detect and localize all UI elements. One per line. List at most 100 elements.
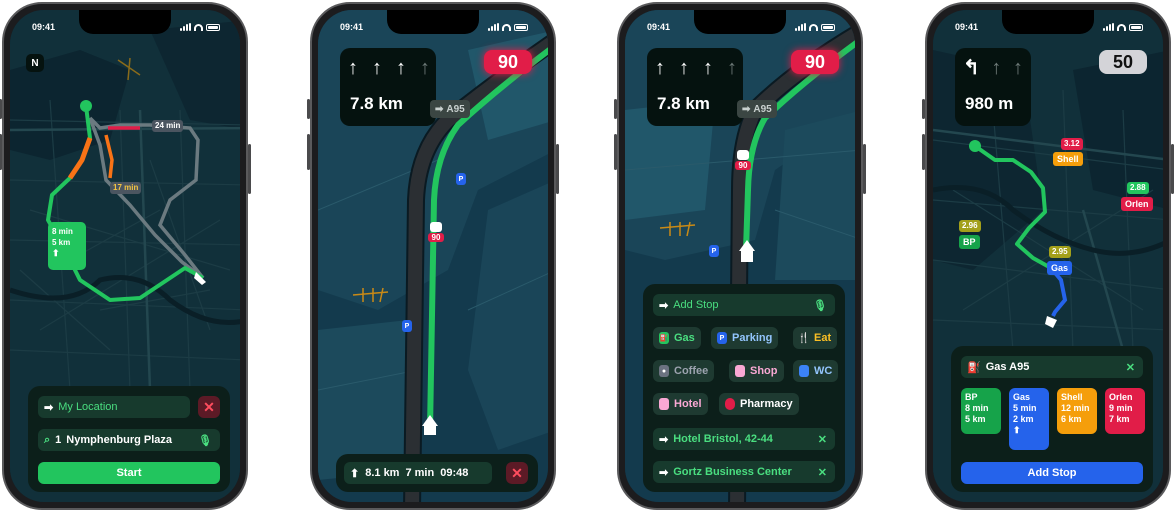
status-bar: 09:41	[647, 20, 835, 34]
add-stop-button[interactable]: Add Stop	[961, 462, 1143, 484]
station-marker-bp[interactable]: BP	[959, 235, 980, 249]
arrow-right-icon: ➡	[44, 401, 54, 414]
arrow-right-icon: ➡	[659, 466, 669, 479]
parking-icon[interactable]: P	[402, 320, 412, 332]
route-main-distance: 5 km	[52, 238, 71, 247]
search-field[interactable]: ⛽ Gas A95 ✕	[961, 356, 1143, 378]
category-hotel[interactable]: Hotel	[653, 393, 708, 415]
station-card-orlen[interactable]: Orlen 9 min 7 km	[1105, 388, 1145, 434]
status-time: 09:41	[955, 22, 979, 32]
maneuver-panel: ↰ ↑ ↑ 980 m	[955, 48, 1031, 126]
speed-limit-badge: 50	[1099, 50, 1147, 74]
clear-search-icon[interactable]: ✕	[1126, 361, 1135, 374]
trip-distance: 8.1 km	[365, 467, 400, 479]
status-bar: 09:41	[955, 20, 1143, 34]
start-label: Start	[116, 467, 142, 479]
remove-stop-icon[interactable]: ✕	[818, 433, 827, 446]
battery-icon	[514, 23, 528, 31]
speed-limit-badge: 90	[484, 50, 532, 74]
station-marker-orlen[interactable]: Orlen	[1121, 197, 1153, 211]
clear-route-button[interactable]: ✕	[198, 396, 220, 418]
microphone-icon[interactable]: 🎙	[813, 299, 827, 312]
shopping-bag-icon	[735, 365, 745, 377]
route-time-badge-alt2[interactable]: 17 min	[110, 182, 142, 194]
route-main-badge[interactable]: 8 min 5 km ⬆	[48, 222, 86, 270]
category-coffee[interactable]: ● Coffee	[653, 360, 715, 382]
speed-limit-value: 90	[804, 51, 826, 72]
lane-arrow-icon: ↑	[991, 57, 1002, 79]
screen: 09:41 ↰ ↑ ↑ 980 m 50 3.12 Shell 2.88 Orl…	[933, 10, 1163, 502]
microphone-icon[interactable]: 🎙	[198, 434, 212, 447]
camera-speed: 90	[735, 161, 751, 170]
lane-arrow-icon: ↑	[420, 57, 430, 79]
category-eat[interactable]: 🍴 Eat	[793, 327, 838, 349]
station-card-shell[interactable]: Shell 12 min 6 km	[1057, 388, 1097, 434]
stop-item[interactable]: ➡ Hotel Bristol, 42-44 ✕	[653, 428, 835, 450]
gas-station-panel: ⛽ Gas A95 ✕ BP 8 min 5 km Gas 5 min 2 km…	[951, 346, 1153, 492]
road-label: A95	[446, 103, 465, 115]
lane-arrow-icon: ↑	[679, 57, 689, 79]
signal-icon	[795, 23, 806, 31]
lane-arrow-icon: ↑	[655, 57, 665, 79]
trip-summary-bar: ⬆ 8.1 km 7 min 09:48 ✕	[336, 454, 538, 492]
from-placeholder: My Location	[58, 401, 118, 413]
maneuver-panel: ↑ ↑ ↑ ↑ 7.8 km	[340, 48, 436, 126]
category-shop[interactable]: Shop	[729, 360, 784, 382]
end-navigation-button[interactable]: ✕	[506, 462, 528, 484]
search-value: Gas A95	[985, 361, 1030, 373]
category-pharmacy[interactable]: Pharmacy	[719, 393, 799, 415]
lane-arrow-icon: ↑	[1012, 57, 1023, 79]
category-wc[interactable]: WC	[793, 360, 839, 382]
arrow-right-icon: ➡	[659, 433, 669, 446]
stop-name: Hotel Bristol, 42-44	[673, 433, 773, 445]
parking-icon[interactable]: P	[709, 245, 719, 257]
price-tag-orlen: 2.88	[1127, 182, 1149, 194]
maneuver-distance: 980 m	[965, 94, 1014, 113]
remove-stop-icon[interactable]: ✕	[818, 466, 827, 479]
road-badge: ➡ A95	[737, 100, 777, 118]
destination-number: 1	[55, 434, 62, 446]
destination-field[interactable]: ⌕ 1 Nymphenburg Plaza 🎙	[38, 429, 220, 451]
phone-gas-stations: 09:41 ↰ ↑ ↑ 980 m 50 3.12 Shell 2.88 Orl…	[922, 2, 1174, 510]
close-icon: ✕	[511, 464, 523, 481]
station-card-bp[interactable]: BP 8 min 5 km	[961, 388, 1001, 434]
close-icon: ✕	[203, 398, 215, 415]
arrow-up-icon: ⬆	[350, 467, 360, 480]
speed-camera-marker[interactable]: 90	[735, 150, 751, 170]
battery-icon	[206, 23, 220, 31]
stop-name: Gortz Business Center	[673, 466, 792, 478]
road-label: A95	[753, 103, 772, 115]
category-gas[interactable]: ⛽ Gas	[653, 327, 701, 349]
add-stop-field[interactable]: ➡ Add Stop 🎙	[653, 294, 835, 316]
maneuver-panel: ↑ ↑ ↑ ↑ 7.8 km	[647, 48, 743, 126]
speed-limit-value: 90	[497, 51, 519, 72]
station-marker-shell[interactable]: Shell	[1053, 152, 1083, 166]
cutlery-icon: 🍴	[797, 332, 811, 344]
from-field[interactable]: ➡ My Location	[38, 396, 190, 418]
speed-camera-marker[interactable]: 90	[428, 222, 444, 242]
start-button[interactable]: Start	[38, 462, 220, 484]
lane-arrow-icon: ↑	[727, 57, 737, 79]
phone-driving-navigation: 09:41 ↑ ↑ ↑ ↑ 7.8 km ➡ A95 90 90 P P ⬆ 8…	[307, 2, 559, 510]
stop-item[interactable]: ➡ Gortz Business Center ✕	[653, 461, 835, 483]
lane-arrow-icon: ↑	[348, 57, 358, 79]
status-time: 09:41	[647, 22, 671, 32]
parking-icon[interactable]: P	[456, 173, 466, 185]
signal-icon	[1103, 23, 1114, 31]
route-time-badge-alt1[interactable]: 24 min	[152, 120, 184, 132]
add-stop-label: Add Stop	[1027, 467, 1077, 479]
compass-button[interactable]: N	[26, 54, 44, 72]
battery-icon	[1129, 23, 1143, 31]
speed-limit-value: 50	[1112, 51, 1134, 72]
trip-summary[interactable]: ⬆ 8.1 km 7 min 09:48	[344, 462, 492, 484]
status-time: 09:41	[32, 22, 56, 32]
station-card-gas[interactable]: Gas 5 min 2 km ⬆	[1009, 388, 1049, 450]
speed-limit-badge: 90	[791, 50, 839, 74]
status-time: 09:41	[340, 22, 364, 32]
arrow-right-icon: ➡	[742, 103, 751, 115]
arrow-right-icon: ➡	[435, 103, 444, 115]
category-parking[interactable]: P Parking	[711, 327, 779, 349]
station-marker-gas[interactable]: Gas	[1047, 261, 1073, 275]
maneuver-distance: 7.8 km	[350, 94, 403, 113]
wifi-icon	[1117, 23, 1126, 31]
